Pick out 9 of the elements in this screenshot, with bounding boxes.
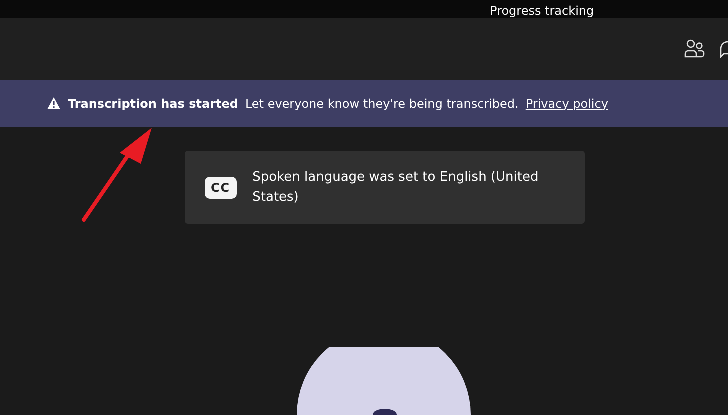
chat-icon[interactable] [720,39,728,59]
banner-title: Transcription has started [68,96,238,110]
banner-message: Let everyone know they're being transcribed. [245,96,519,110]
notification-message: Spoken language was set to English (United States) [252,168,540,206]
people-icon[interactable] [684,39,706,59]
meeting-title: Progress tracking [490,4,594,18]
privacy-policy-link[interactable]: Privacy policy [526,96,608,110]
caption-badge: CC [205,176,237,198]
warning-icon [47,97,61,110]
